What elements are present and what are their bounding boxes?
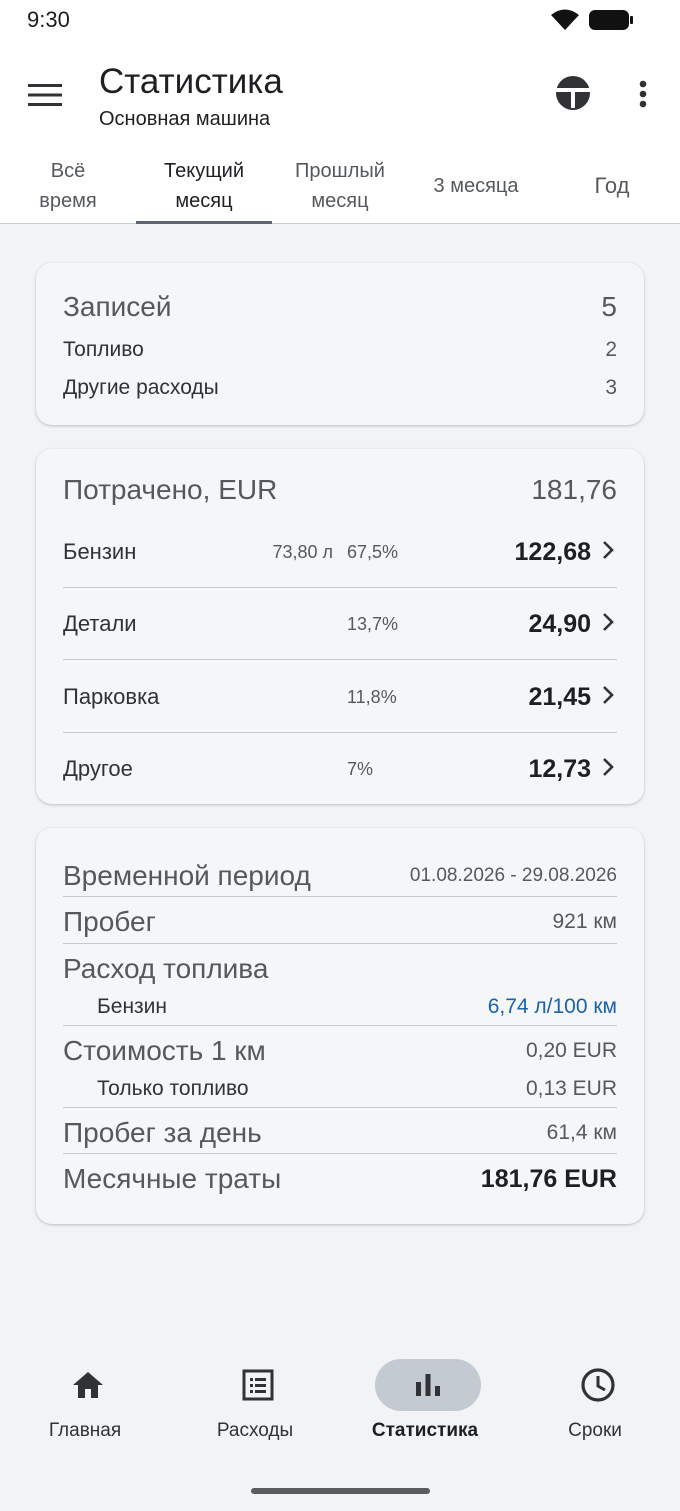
- expense-name: Детали: [63, 611, 137, 636]
- divider: [63, 659, 617, 660]
- wifi-icon: [549, 8, 581, 37]
- app-bar: Статистика Основная машина: [0, 40, 680, 148]
- nav-pill: [545, 1359, 651, 1411]
- tab-label: Всё время: [39, 160, 97, 212]
- expense-row-petrol[interactable]: Бензин 73,80 л 67,5% 122,68: [63, 516, 617, 588]
- chevron-right-icon: [601, 612, 615, 637]
- records-fuel-value: 2: [605, 338, 617, 361]
- page-title: Статистика: [99, 62, 283, 101]
- expense-percent: 67,5%: [347, 541, 399, 562]
- nav-statistics[interactable]: Статистика: [340, 1340, 510, 1450]
- expense-amount: 122,68: [514, 537, 591, 566]
- chevron-right-icon: [601, 685, 615, 710]
- nav-pill: [205, 1359, 311, 1411]
- expense-name: Другое: [63, 756, 133, 781]
- monthly-spend-label: Месячные траты: [63, 1163, 282, 1194]
- expense-volume: 73,80 л: [272, 541, 333, 562]
- status-time: 9:30: [27, 7, 70, 32]
- nav-deadlines[interactable]: Сроки: [510, 1340, 680, 1450]
- divider: [63, 1153, 617, 1154]
- status-bar: 9:30: [0, 0, 680, 40]
- more-options-icon[interactable]: [628, 74, 658, 114]
- records-other-value: 3: [605, 376, 617, 399]
- records-card: Записей 5 Топливо 2 Другие расходы 3: [36, 263, 644, 425]
- mileage-label: Пробег: [63, 906, 156, 937]
- fuel-only-value: 0,13 EUR: [525, 1077, 617, 1100]
- expense-amount: 24,90: [528, 609, 591, 638]
- nav-label: Расходы: [216, 1420, 294, 1441]
- chevron-right-icon: [601, 757, 615, 782]
- spent-card: Потрачено, EUR 181,76 Бензин 73,80 л 67,…: [36, 449, 644, 804]
- chevron-right-icon: [601, 540, 615, 565]
- consumption-label: Расход топлива: [63, 953, 269, 984]
- list-icon: [242, 1369, 274, 1401]
- divider: [63, 1025, 617, 1026]
- expense-amount: 12,73: [528, 754, 591, 783]
- nav-label: Статистика: [371, 1420, 479, 1441]
- nav-pill-active: [375, 1359, 481, 1411]
- nav-label: Главная: [48, 1420, 122, 1441]
- tab-label: Прошлый месяц: [295, 160, 385, 212]
- tab-year[interactable]: Год: [544, 148, 680, 224]
- tab-current-month[interactable]: Текущий месяц: [136, 148, 272, 224]
- car-icon[interactable]: [552, 72, 594, 119]
- divider: [63, 1107, 617, 1108]
- period-tabs: Всё время Текущий месяц Прошлый месяц 3 …: [0, 148, 680, 224]
- menu-icon[interactable]: [24, 74, 66, 116]
- period-label: Временной период: [63, 860, 311, 891]
- tab-last-month[interactable]: Прошлый месяц: [272, 148, 408, 224]
- tab-label: 3 месяца: [433, 175, 519, 197]
- expense-row-parts[interactable]: Детали 13,7% 24,90: [63, 588, 617, 660]
- divider: [63, 896, 617, 897]
- chart-icon: [416, 1374, 440, 1396]
- mileage-value: 921 км: [552, 910, 618, 933]
- petrol-consumption-value[interactable]: 6,74 л/100 км: [488, 995, 617, 1019]
- active-tab-indicator: [136, 221, 272, 224]
- expense-name: Парковка: [63, 684, 160, 709]
- daily-mileage-label: Пробег за день: [63, 1117, 262, 1148]
- records-total: 5: [601, 291, 617, 322]
- spent-total: 181,76: [531, 474, 617, 505]
- expense-percent: 11,8%: [347, 686, 397, 707]
- expense-amount: 21,45: [528, 682, 591, 711]
- expense-row-other[interactable]: Другое 7% 12,73: [63, 733, 617, 805]
- nav-home[interactable]: Главная: [0, 1340, 170, 1450]
- expense-percent: 13,7%: [347, 613, 399, 634]
- monthly-spend-value: 181,76 EUR: [480, 1164, 617, 1193]
- tab-three-months[interactable]: 3 месяца: [408, 148, 544, 224]
- tab-all-time[interactable]: Всё время: [0, 148, 136, 224]
- period-value: 01.08.2026 - 29.08.2026: [409, 865, 617, 886]
- records-fuel-label: Топливо: [63, 338, 144, 361]
- fuel-only-label: Только топливо: [97, 1077, 249, 1100]
- battery-icon: [588, 9, 634, 36]
- nav-expenses[interactable]: Расходы: [170, 1340, 340, 1450]
- expense-row-parking[interactable]: Парковка 11,8% 21,45: [63, 661, 617, 733]
- gesture-home-bar[interactable]: [251, 1488, 430, 1494]
- tab-label: Год: [594, 173, 630, 198]
- cost-per-km-value: 0,20 EUR: [525, 1039, 617, 1062]
- tab-label: Текущий месяц: [164, 160, 244, 212]
- bottom-navigation: Главная Расходы Статистика Сроки: [0, 1340, 680, 1450]
- divider: [63, 943, 617, 944]
- nav-label: Сроки: [568, 1420, 622, 1441]
- daily-mileage-value: 61,4 км: [546, 1121, 617, 1144]
- petrol-consumption-label: Бензин: [97, 995, 168, 1018]
- period-card: Временной период 01.08.2026 - 29.08.2026…: [36, 828, 644, 1224]
- nav-pill: [35, 1359, 141, 1411]
- records-other-label: Другие расходы: [63, 376, 219, 399]
- page-subtitle: Основная машина: [99, 108, 271, 130]
- expense-name: Бензин: [63, 539, 137, 564]
- clock-icon: [581, 1368, 615, 1402]
- cost-per-km-label: Стоимость 1 км: [63, 1035, 266, 1066]
- home-icon: [73, 1372, 103, 1398]
- records-title: Записей: [63, 291, 172, 322]
- expense-percent: 7%: [347, 758, 374, 779]
- spent-title: Потрачено, EUR: [63, 474, 278, 505]
